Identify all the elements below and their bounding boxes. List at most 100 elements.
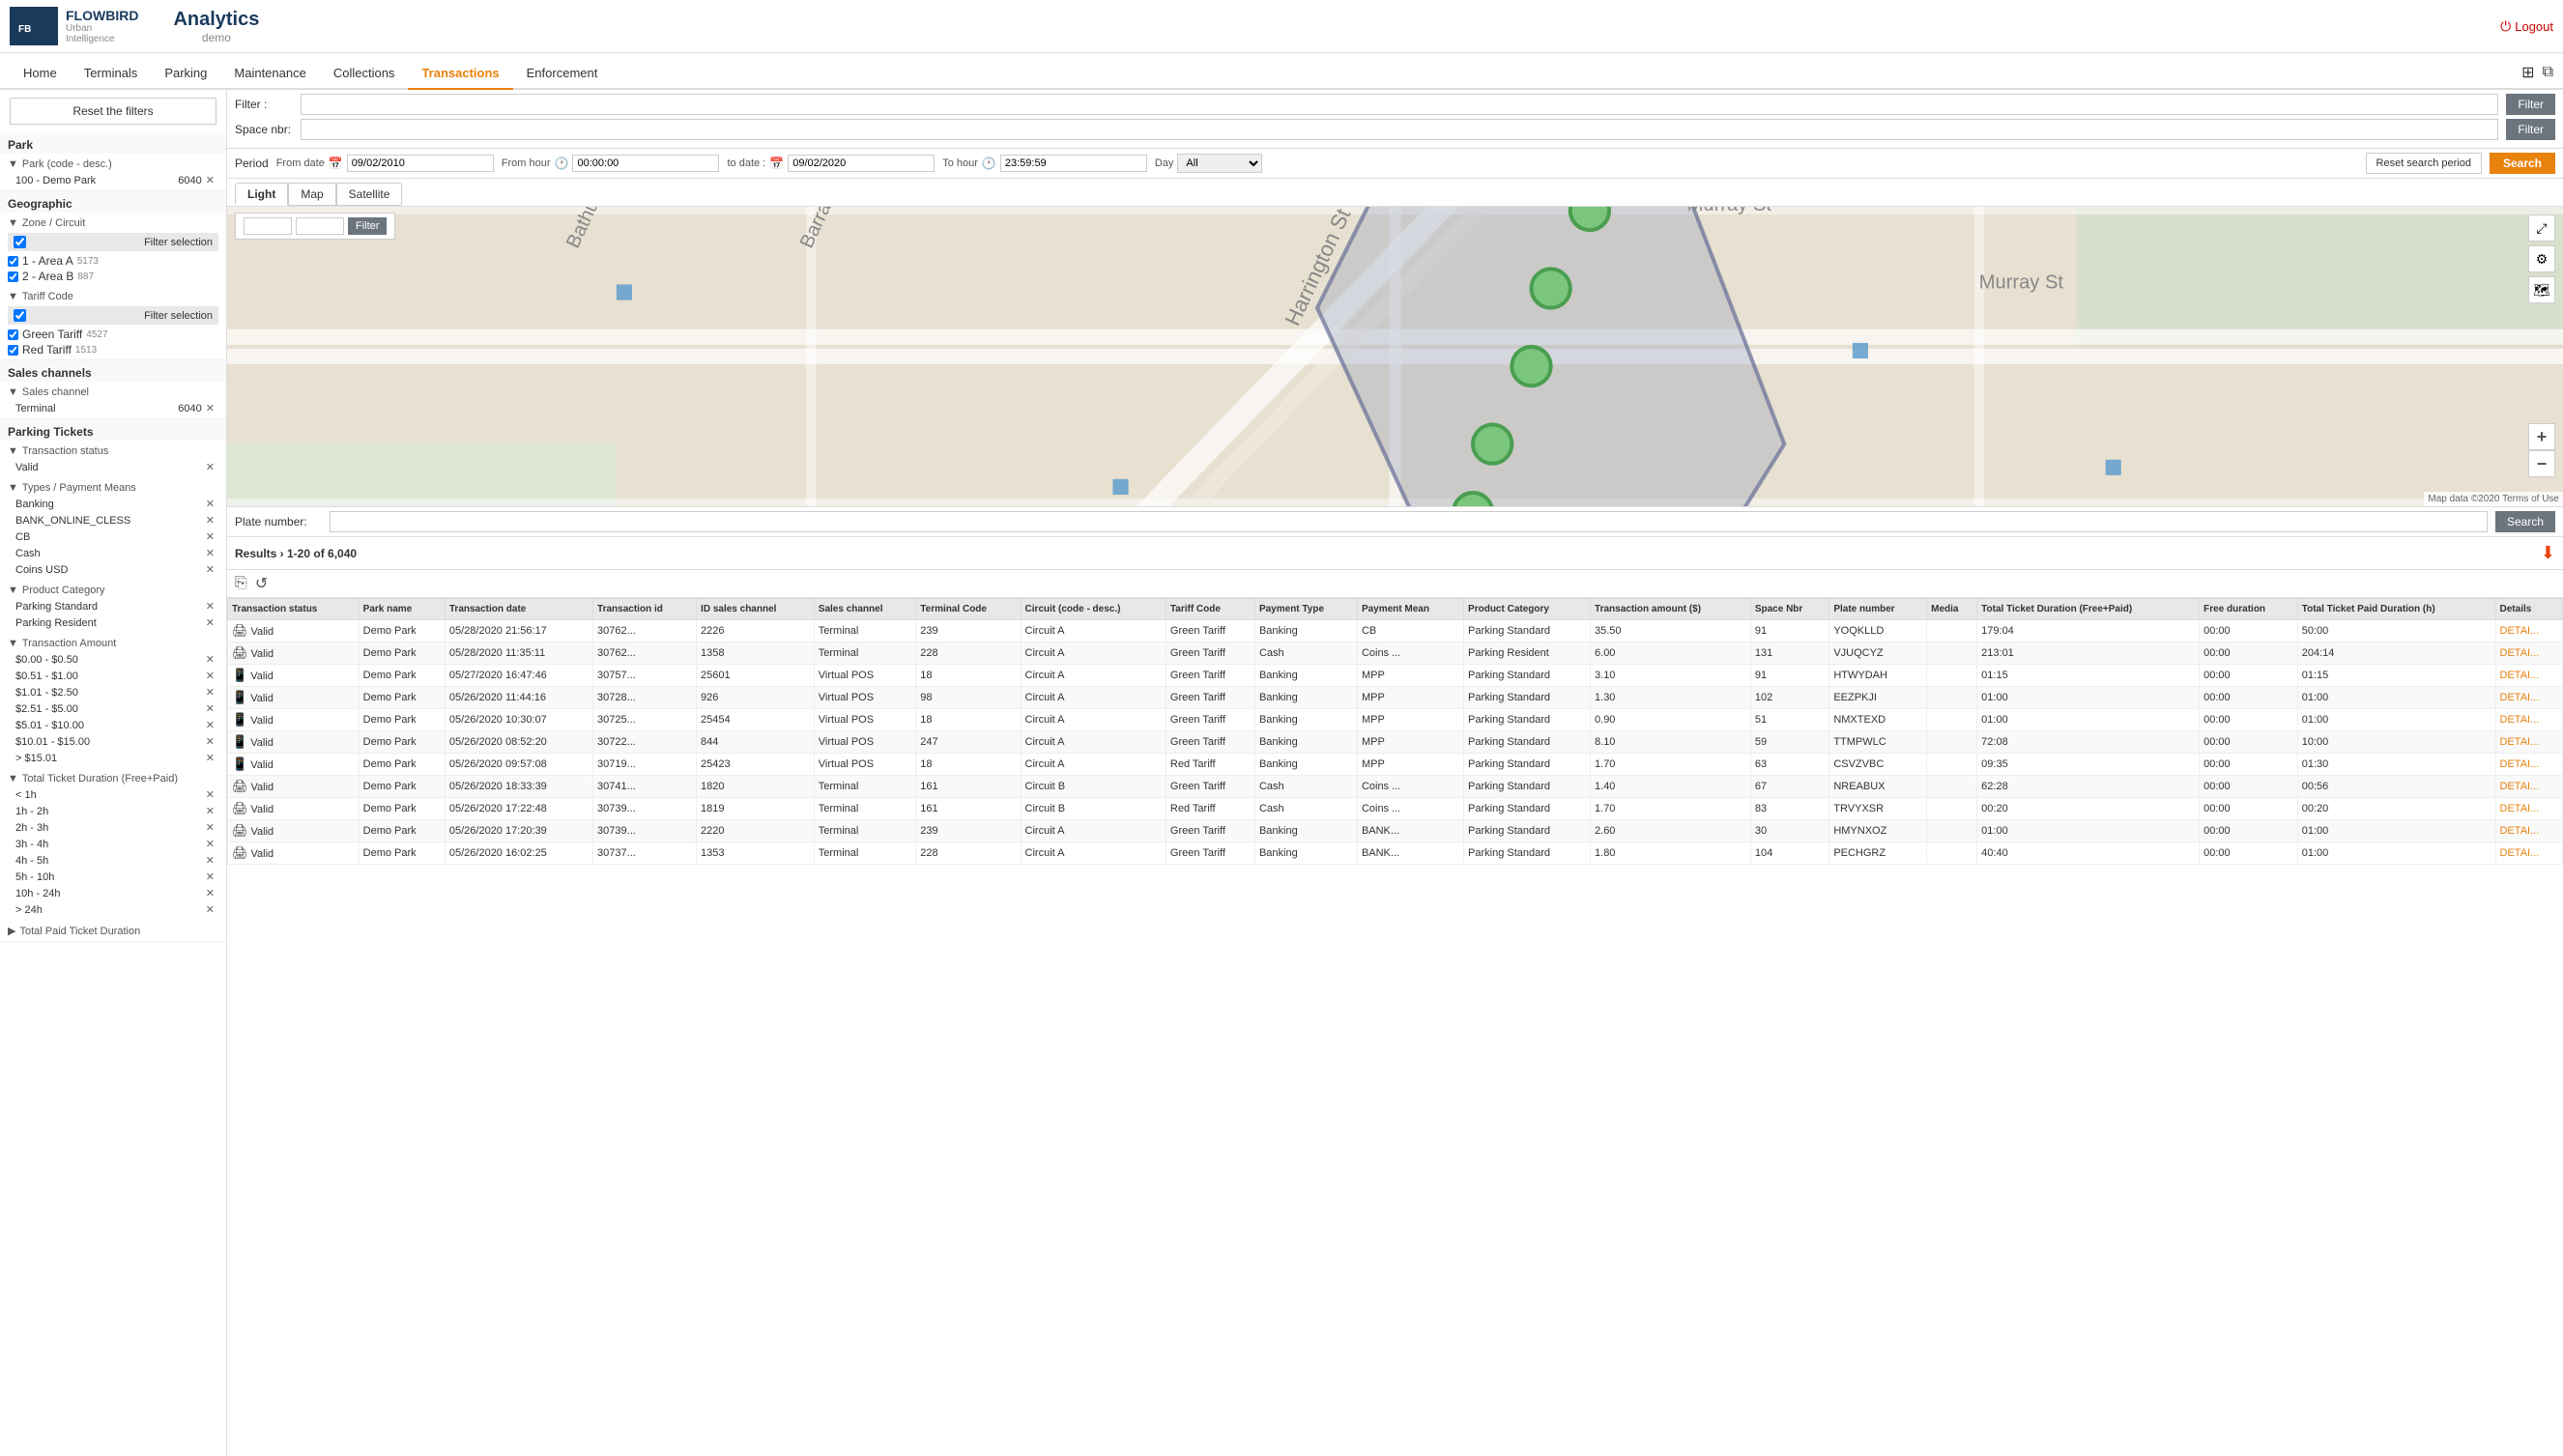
nav-parking[interactable]: Parking bbox=[151, 58, 220, 90]
filter-button[interactable]: Filter bbox=[2506, 94, 2555, 115]
table-cell[interactable]: DETAI... bbox=[2495, 687, 2562, 709]
table-cell: Coins ... bbox=[1357, 642, 1463, 665]
nav-enforcement[interactable]: Enforcement bbox=[513, 58, 612, 90]
amount-4-remove[interactable]: ✕ bbox=[206, 719, 215, 731]
map-expand-button[interactable]: ⤢ bbox=[2528, 214, 2555, 242]
table-cell: 67 bbox=[1750, 776, 1829, 798]
table-cell: 1.80 bbox=[1591, 842, 1751, 865]
amount-5-remove[interactable]: ✕ bbox=[206, 735, 215, 748]
filter-bars: Filter : Filter Space nbr: Filter bbox=[227, 90, 2563, 149]
export-button[interactable]: ⬇ bbox=[2541, 543, 2555, 563]
parking-resident-remove-icon[interactable]: ✕ bbox=[206, 616, 215, 629]
amount-0-remove[interactable]: ✕ bbox=[206, 653, 215, 666]
table-cell: 161 bbox=[916, 798, 1021, 820]
amount-5-row: $10.01 - $15.00 ✕ bbox=[8, 733, 218, 750]
table-cell: Red Tariff bbox=[1166, 798, 1254, 820]
map-filter-input-1[interactable] bbox=[244, 217, 292, 235]
area-b-checkbox[interactable] bbox=[8, 271, 18, 282]
map-tab-satellite[interactable]: Satellite bbox=[336, 183, 403, 206]
table-cell: 00:20 bbox=[2297, 798, 2495, 820]
nav-terminals[interactable]: Terminals bbox=[71, 58, 152, 90]
plate-search-button[interactable]: Search bbox=[2495, 511, 2555, 532]
map-tab-light[interactable]: Light bbox=[235, 183, 288, 206]
table-cell[interactable]: DETAI... bbox=[2495, 642, 2562, 665]
amount-6-remove[interactable]: ✕ bbox=[206, 752, 215, 764]
amount-3-remove[interactable]: ✕ bbox=[206, 702, 215, 715]
day-select[interactable]: All Monday Tuesday Wednesday Thursday Fr… bbox=[1177, 154, 1262, 173]
map-zoom-out-button[interactable]: − bbox=[2528, 450, 2555, 477]
from-hour-group: From hour 🕐 bbox=[502, 155, 720, 172]
amount-1-remove[interactable]: ✕ bbox=[206, 670, 215, 682]
cash-remove-icon[interactable]: ✕ bbox=[206, 547, 215, 559]
copy-icon[interactable]: ⎘ bbox=[235, 575, 247, 592]
table-cell[interactable]: DETAI... bbox=[2495, 798, 2562, 820]
to-date-input[interactable] bbox=[788, 155, 935, 172]
nav-collections[interactable]: Collections bbox=[320, 58, 409, 90]
dur-0-remove[interactable]: ✕ bbox=[206, 788, 215, 801]
table-cell[interactable]: DETAI... bbox=[2495, 820, 2562, 842]
reset-period-button[interactable]: Reset search period bbox=[2366, 153, 2482, 174]
dur-5-remove[interactable]: ✕ bbox=[206, 871, 215, 883]
filter-row-2: Space nbr: Filter bbox=[235, 119, 2555, 140]
svg-text:Murray St: Murray St bbox=[1687, 207, 1772, 215]
parking-tickets-section: Parking Tickets ▼ Transaction status Val… bbox=[0, 419, 226, 942]
space-filter-button[interactable]: Filter bbox=[2506, 119, 2555, 140]
arrow-icon: ▼ bbox=[8, 291, 18, 302]
table-cell: Parking Standard bbox=[1464, 709, 1591, 731]
dur-4-remove[interactable]: ✕ bbox=[206, 854, 215, 867]
tariff-checkbox[interactable] bbox=[14, 309, 26, 322]
amount-2-remove[interactable]: ✕ bbox=[206, 686, 215, 699]
green-tariff-checkbox[interactable] bbox=[8, 329, 18, 340]
table-cell[interactable]: DETAI... bbox=[2495, 842, 2562, 865]
table-cell[interactable]: DETAI... bbox=[2495, 754, 2562, 776]
space-nbr-input[interactable] bbox=[301, 119, 2498, 140]
coins-remove-icon[interactable]: ✕ bbox=[206, 563, 215, 576]
nav-maintenance[interactable]: Maintenance bbox=[220, 58, 319, 90]
table-cell: 00:00 bbox=[2200, 665, 2298, 687]
from-date-input[interactable] bbox=[347, 155, 494, 172]
table-cell[interactable]: DETAI... bbox=[2495, 731, 2562, 754]
filter-input[interactable] bbox=[301, 94, 2498, 115]
banking-remove-icon[interactable]: ✕ bbox=[206, 498, 215, 510]
table-cell: 📱Valid bbox=[228, 731, 360, 754]
map-zoom-in-button[interactable]: + bbox=[2528, 423, 2555, 450]
to-hour-input[interactable] bbox=[1000, 155, 1147, 172]
cb-remove-icon[interactable]: ✕ bbox=[206, 530, 215, 543]
plate-input[interactable] bbox=[330, 511, 2488, 532]
map-settings-button[interactable]: ⚙ bbox=[2528, 245, 2555, 272]
parking-standard-remove-icon[interactable]: ✕ bbox=[206, 600, 215, 613]
map-filter-button[interactable]: Filter bbox=[348, 217, 387, 235]
expand-icon[interactable]: ⧉ bbox=[2543, 64, 2553, 81]
area-a-checkbox[interactable] bbox=[8, 256, 18, 267]
zone-checkbox[interactable] bbox=[14, 236, 26, 248]
grid-icon[interactable]: ⊞ bbox=[2521, 63, 2534, 82]
map-tab-map[interactable]: Map bbox=[288, 183, 335, 206]
nav-transactions[interactable]: Transactions bbox=[408, 58, 512, 90]
reset-filters-button[interactable]: Reset the filters bbox=[10, 98, 216, 125]
table-cell[interactable]: DETAI... bbox=[2495, 709, 2562, 731]
dur-1-remove[interactable]: ✕ bbox=[206, 805, 215, 817]
period-search-button[interactable]: Search bbox=[2490, 153, 2555, 174]
refresh-icon[interactable]: ↺ bbox=[255, 574, 268, 593]
table-cell[interactable]: DETAI... bbox=[2495, 665, 2562, 687]
col-payment-mean: Payment Mean bbox=[1357, 599, 1463, 620]
dur-3-remove[interactable]: ✕ bbox=[206, 838, 215, 850]
dur-2-remove[interactable]: ✕ bbox=[206, 821, 215, 834]
from-hour-input[interactable] bbox=[572, 155, 719, 172]
bank-online-remove-icon[interactable]: ✕ bbox=[206, 514, 215, 527]
red-tariff-checkbox[interactable] bbox=[8, 345, 18, 356]
park-remove-icon[interactable]: ✕ bbox=[206, 174, 215, 186]
table-cell[interactable]: DETAI... bbox=[2495, 776, 2562, 798]
terminal-remove-icon[interactable]: ✕ bbox=[206, 402, 215, 414]
map-filter-input-2[interactable] bbox=[296, 217, 344, 235]
logout-button[interactable]: ⏻ Logout bbox=[2500, 18, 2553, 35]
dur-6-remove[interactable]: ✕ bbox=[206, 887, 215, 899]
tariff-filter-box[interactable]: Filter selection bbox=[8, 306, 218, 325]
zone-filter-box[interactable]: Filter selection bbox=[8, 233, 218, 251]
table-cell bbox=[1927, 820, 1977, 842]
nav-home[interactable]: Home bbox=[10, 58, 71, 90]
table-cell[interactable]: DETAI... bbox=[2495, 620, 2562, 642]
map-layers-button[interactable]: 🗺 bbox=[2528, 276, 2555, 303]
valid-remove-icon[interactable]: ✕ bbox=[206, 461, 215, 473]
dur-7-remove[interactable]: ✕ bbox=[206, 903, 215, 916]
